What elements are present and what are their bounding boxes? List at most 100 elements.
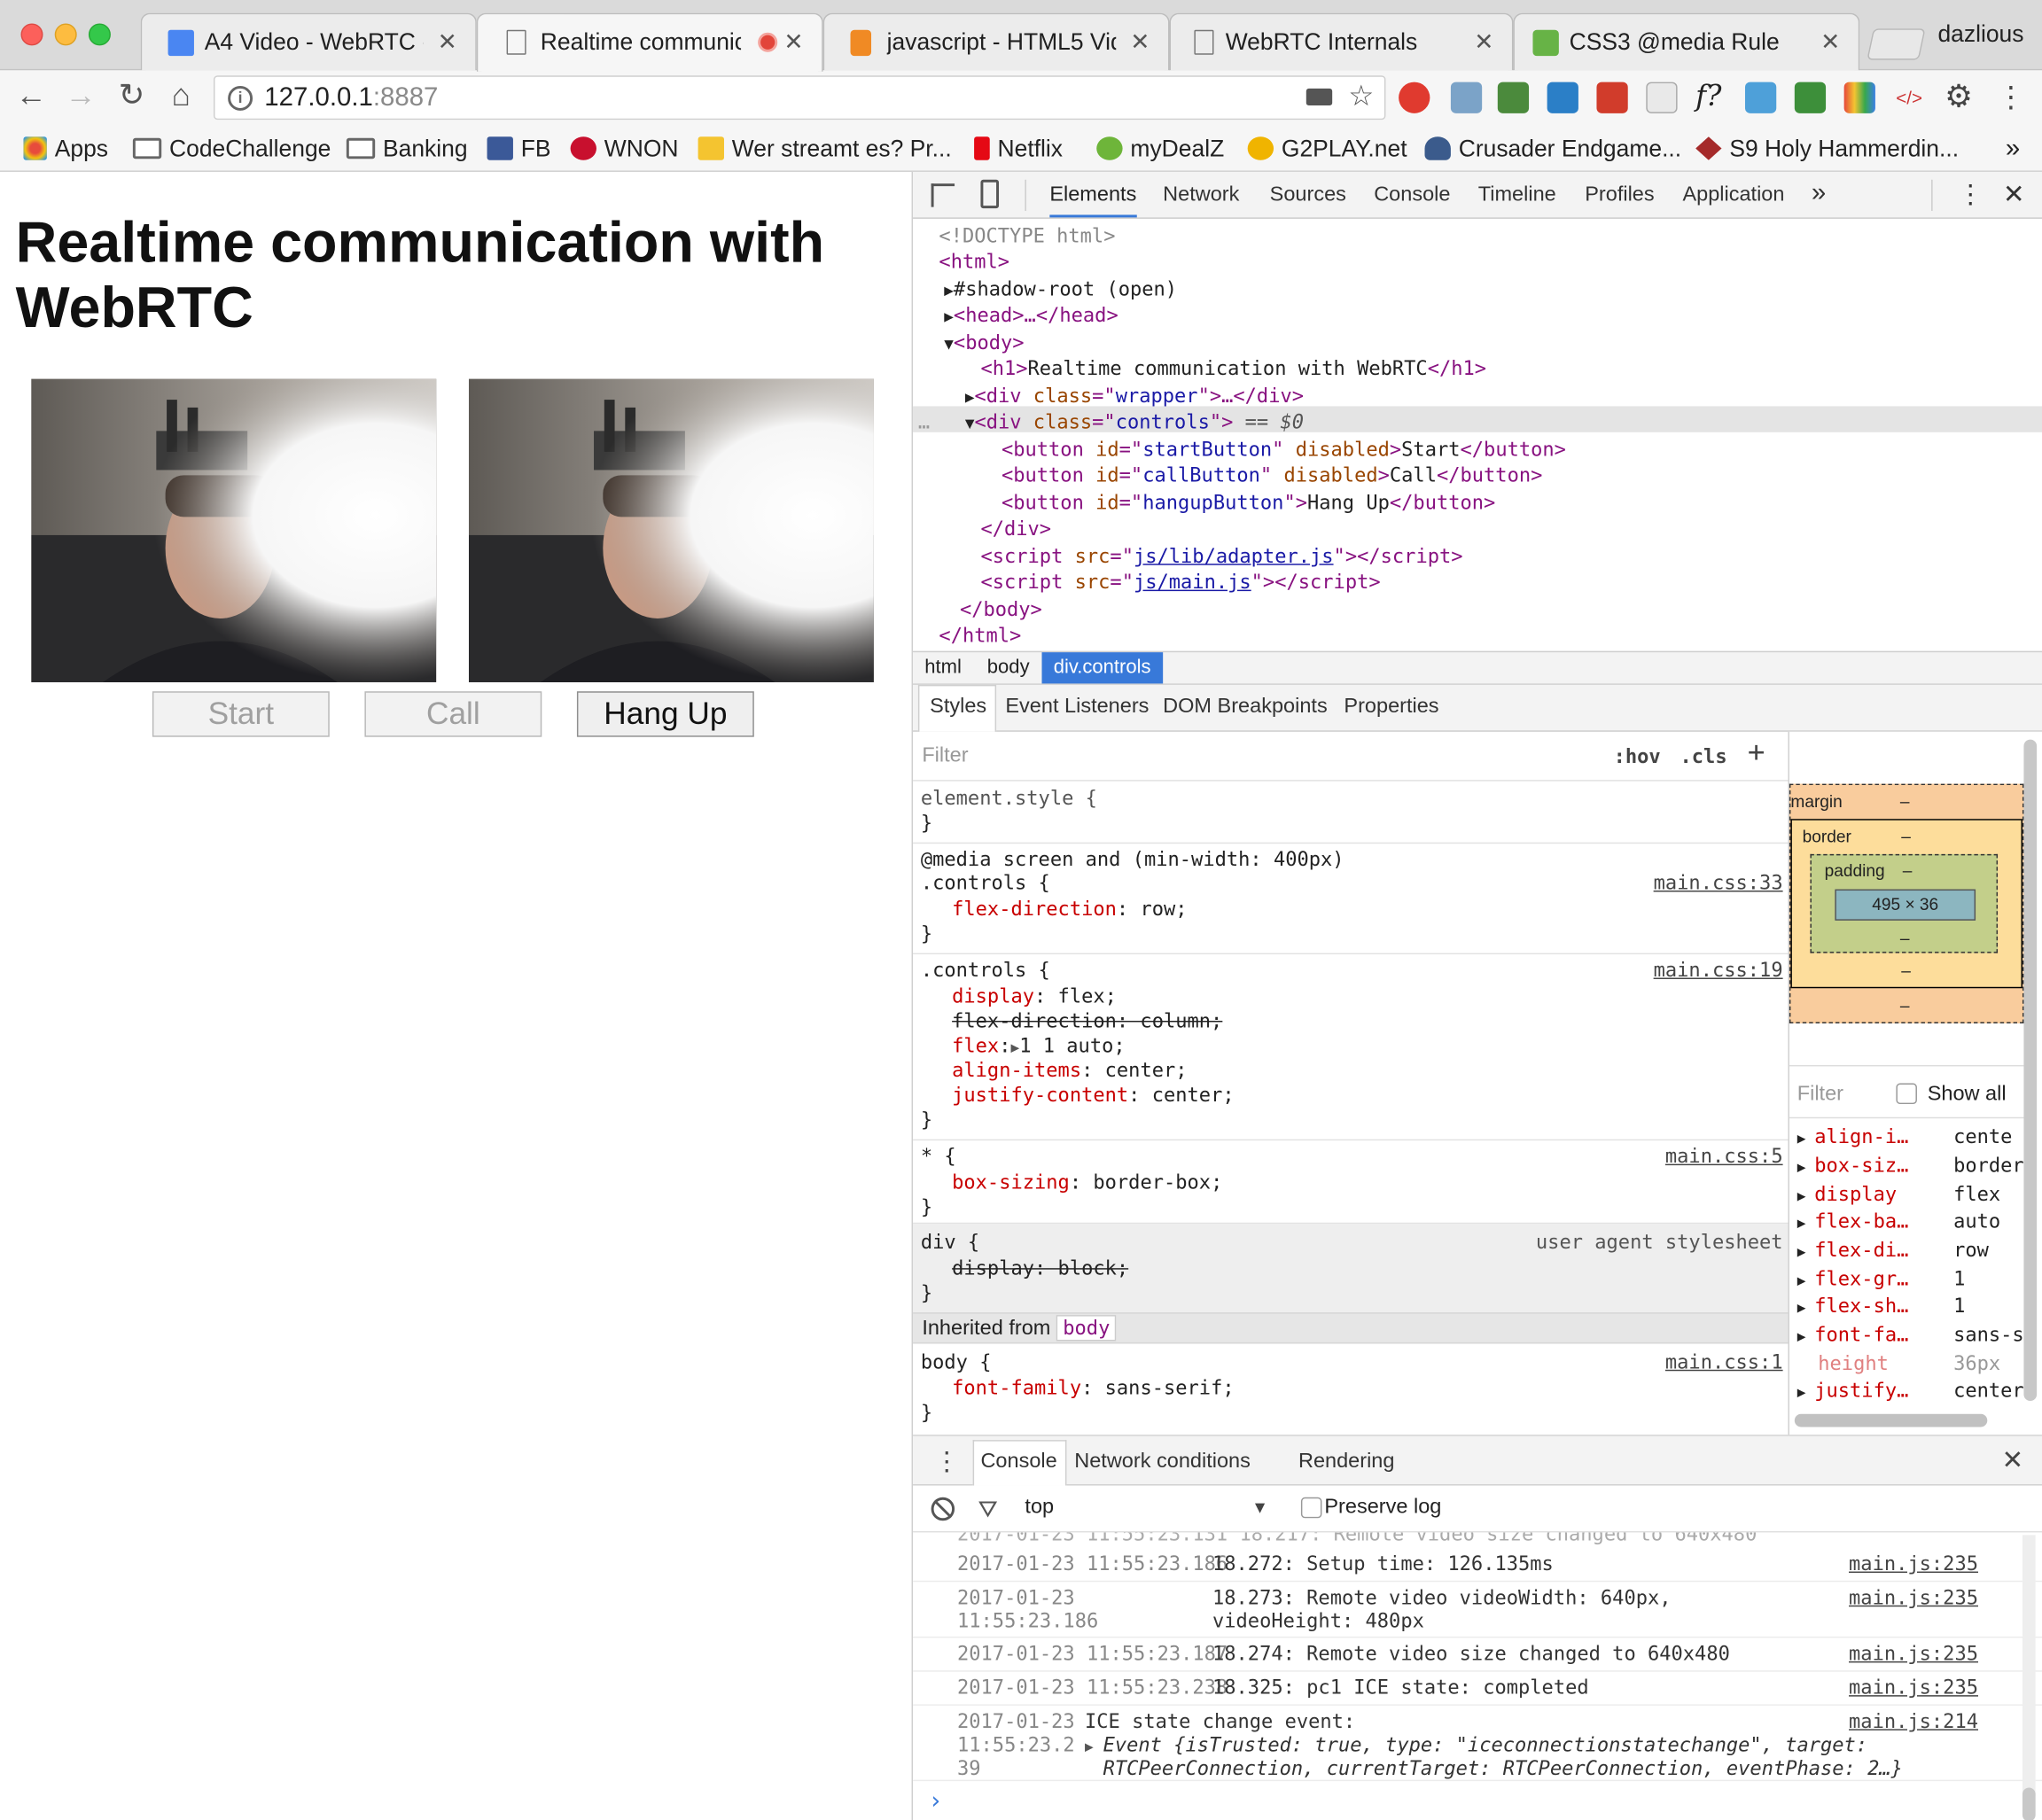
- cors-extension-icon[interactable]: [1596, 82, 1628, 113]
- expand-triangle-icon[interactable]: ▶: [1010, 1039, 1019, 1056]
- box-model-border[interactable]: border – padding – 495 × 36 – –: [1790, 819, 2023, 989]
- tab-styles[interactable]: Styles: [930, 696, 986, 719]
- chrome-menu-icon[interactable]: ⋮: [1995, 82, 2026, 113]
- computed-flex-basis[interactable]: ▶ flex-ba…: [1797, 1209, 1909, 1233]
- div-selector[interactable]: div {: [921, 1231, 979, 1254]
- close-tab-icon[interactable]: ✕: [783, 14, 803, 69]
- forward-arrow-icon[interactable]: →: [63, 78, 99, 114]
- bookmark-crusader-endgame[interactable]: Crusader Endgame...: [1424, 133, 1681, 164]
- device-toolbar-icon[interactable]: [980, 179, 1000, 209]
- new-tab-button[interactable]: [1867, 28, 1926, 60]
- dom-script-main[interactable]: <script src="js/main.js"></script>: [980, 569, 1380, 595]
- dom-shadow-root[interactable]: ▶#shadow-root (open): [944, 276, 1177, 305]
- bookmark-codechallenge[interactable]: CodeChallenge: [132, 133, 331, 164]
- breadcrumb-div-controls[interactable]: div.controls: [1041, 652, 1163, 684]
- skype-extension-icon[interactable]: [1547, 82, 1578, 113]
- add-rule-icon[interactable]: +: [1748, 737, 1765, 770]
- tab-webrtc-internals[interactable]: WebRTC Internals ✕: [1169, 12, 1514, 71]
- tab-properties[interactable]: Properties: [1344, 696, 1438, 719]
- dom-script-adapter[interactable]: <script src="js/lib/adapter.js"></script…: [980, 543, 1462, 570]
- node-actions-icon[interactable]: …: [918, 408, 930, 435]
- body-selector[interactable]: body {: [921, 1350, 992, 1373]
- dom-html[interactable]: <html>: [939, 249, 1009, 276]
- computed-flex-shrink[interactable]: ▶ flex-sh…: [1797, 1295, 1909, 1318]
- clear-console-icon[interactable]: [931, 1497, 955, 1521]
- dom-wrapper-div[interactable]: ▶<div class="wrapper">…</div>: [965, 383, 1304, 411]
- bookmark-apps[interactable]: Apps: [23, 133, 108, 164]
- preserve-log-checkbox[interactable]: [1300, 1497, 1322, 1519]
- tab-javascript-html5-video[interactable]: javascript - HTML5 Video ✕: [822, 12, 1170, 71]
- json-extension-icon[interactable]: [1646, 82, 1678, 113]
- close-window-button[interactable]: [20, 23, 43, 46]
- show-all-checkbox[interactable]: [1896, 1083, 1917, 1105]
- hangup-button[interactable]: Hang Up: [576, 691, 754, 737]
- source-link-main-css-33[interactable]: main.css:33: [1654, 871, 1783, 894]
- close-devtools-icon[interactable]: ✕: [2003, 178, 2025, 211]
- drawer-tab-rendering[interactable]: Rendering: [1298, 1451, 1394, 1474]
- pattern-extension-icon[interactable]: [1744, 82, 1777, 113]
- code-extension-icon[interactable]: </>: [1893, 82, 1924, 113]
- dom-h1[interactable]: <h1>Realtime communication with WebRTC</…: [980, 355, 1486, 382]
- close-tab-icon[interactable]: ✕: [438, 14, 457, 69]
- home-icon[interactable]: ⌂: [163, 78, 199, 114]
- console-source-link[interactable]: main.js:214: [1849, 1709, 1978, 1732]
- tab-realtime-communication[interactable]: Realtime communicati ✕: [476, 12, 823, 72]
- element-style-rule[interactable]: element.style {: [921, 787, 1097, 810]
- ghostery-extension-icon[interactable]: [1450, 82, 1483, 113]
- style-prop-display-block[interactable]: display: block;: [952, 1256, 1128, 1279]
- computed-horizontal-scrollbar[interactable]: [1794, 1413, 1988, 1427]
- ublock-extension-icon[interactable]: [1399, 82, 1430, 113]
- collapse-triangle-icon[interactable]: ▼: [965, 414, 975, 432]
- dom-head[interactable]: ▶<head>…</head>: [944, 302, 1118, 331]
- style-prop-justify-content[interactable]: justify-content: center;: [952, 1084, 1234, 1107]
- minimize-window-button[interactable]: [54, 23, 77, 46]
- profile-name[interactable]: dazlious: [1937, 21, 2023, 49]
- box-model-margin[interactable]: margin – border – padding – 495 × 36 – –…: [1789, 783, 2024, 1023]
- close-drawer-icon[interactable]: ✕: [2001, 1444, 2023, 1477]
- box-model-content[interactable]: 495 × 36: [1835, 889, 1976, 921]
- controls-selector[interactable]: .controls {: [921, 958, 1050, 981]
- event-object-preview[interactable]: Event {isTrusted: true, type: "iceconnec…: [1103, 1733, 1868, 1756]
- source-link-main-css-19[interactable]: main.css:19: [1654, 958, 1783, 981]
- styles-filter-input[interactable]: Filter: [922, 744, 968, 767]
- source-link-main-css-5[interactable]: main.css:5: [1665, 1145, 1783, 1168]
- expand-object-triangle-icon[interactable]: ▶: [1085, 1736, 1094, 1759]
- computed-height[interactable]: height: [1818, 1351, 1889, 1374]
- tab-a4-video[interactable]: A4 Video - WebRTC - Go ✕: [140, 12, 477, 71]
- computed-filter-input[interactable]: Filter: [1797, 1084, 1843, 1107]
- dom-start-button[interactable]: <button id="startButton" disabled>Start<…: [1002, 436, 1566, 463]
- computed-display[interactable]: ▶ display: [1797, 1182, 1897, 1205]
- drawer-menu-icon[interactable]: ⋮: [934, 1445, 960, 1478]
- dom-controls-div[interactable]: ▼<div class="controls"> == $0: [965, 408, 1304, 437]
- styles-vertical-scrollbar[interactable]: [2023, 739, 2038, 1402]
- console-scrollbar[interactable]: [2022, 1787, 2036, 1820]
- style-prop-display[interactable]: display: flex;: [952, 984, 1117, 1007]
- zoom-window-button[interactable]: [88, 23, 111, 46]
- context-dropdown-icon[interactable]: ▼: [1251, 1497, 1268, 1517]
- bookmark-mydealz[interactable]: myDealZ: [1096, 133, 1224, 164]
- context-selector[interactable]: top: [1025, 1496, 1054, 1519]
- drawer-tab-console[interactable]: Console: [980, 1451, 1056, 1474]
- bookmark-g2play[interactable]: G2PLAY.net: [1247, 133, 1407, 164]
- tab-profiles[interactable]: Profiles: [1585, 183, 1654, 206]
- bookmark-fb[interactable]: FB: [487, 133, 551, 164]
- tab-timeline[interactable]: Timeline: [1478, 183, 1556, 206]
- info-icon[interactable]: i: [228, 85, 253, 111]
- drawer-tab-network-conditions[interactable]: Network conditions: [1074, 1451, 1251, 1474]
- bookmark-s9-holy-hammerdin[interactable]: S9 Holy Hammerdin...: [1695, 133, 1959, 164]
- tab-network[interactable]: Network: [1163, 183, 1239, 206]
- more-bookmarks-icon[interactable]: »: [2006, 133, 2020, 164]
- inspect-element-icon[interactable]: [931, 183, 955, 207]
- tab-elements[interactable]: Elements: [1049, 183, 1137, 218]
- dom-doctype[interactable]: <!DOCTYPE html>: [939, 222, 1115, 249]
- hov-toggle[interactable]: :hov: [1614, 744, 1661, 767]
- style-prop-flex-direction-column[interactable]: flex-direction: column;: [952, 1009, 1222, 1032]
- devtools-menu-icon[interactable]: ⋮: [1957, 178, 1983, 211]
- settings-gear-icon[interactable]: ⚙: [1943, 82, 1974, 113]
- breadcrumb-html[interactable]: html: [913, 652, 973, 683]
- style-prop-font-family[interactable]: font-family: sans-serif;: [952, 1376, 1234, 1399]
- console-source-link[interactable]: main.js:235: [1849, 1676, 1978, 1699]
- close-tab-icon[interactable]: ✕: [1474, 14, 1493, 69]
- dom-div-close[interactable]: </div>: [980, 516, 1051, 542]
- console-prompt-input[interactable]: ›: [929, 1787, 943, 1815]
